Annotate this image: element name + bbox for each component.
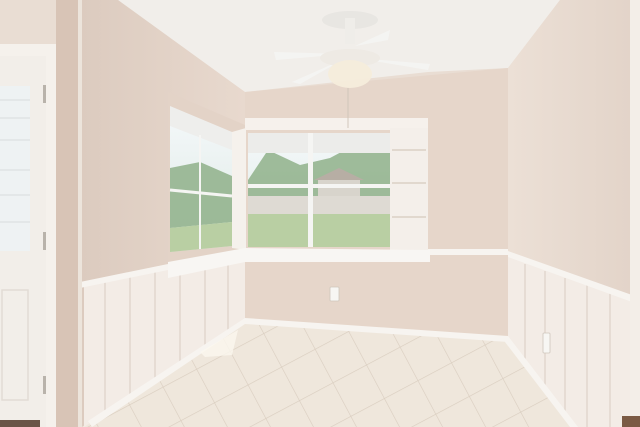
room-photo (0, 0, 640, 427)
wall-outlet-back (329, 286, 340, 302)
right-edge-floor-item (622, 416, 640, 427)
side-window-frame (232, 128, 246, 250)
main-window-lawn (248, 214, 392, 247)
main-window-mullion (308, 133, 313, 247)
door-glass-panel (0, 86, 30, 251)
main-window-sash (248, 184, 392, 188)
wall-corner-trim (78, 0, 82, 427)
door-hinge (43, 376, 46, 394)
main-window-blind (248, 133, 392, 153)
main-window-fence (248, 196, 392, 214)
main-window-frame-right (390, 128, 428, 250)
door-hinge (43, 85, 46, 103)
wall-outlet-right (542, 332, 551, 354)
door-hinge (43, 232, 46, 250)
left-floor-mat (0, 420, 40, 427)
chair-rail-back (428, 249, 508, 255)
right-edge-casing (630, 0, 640, 427)
